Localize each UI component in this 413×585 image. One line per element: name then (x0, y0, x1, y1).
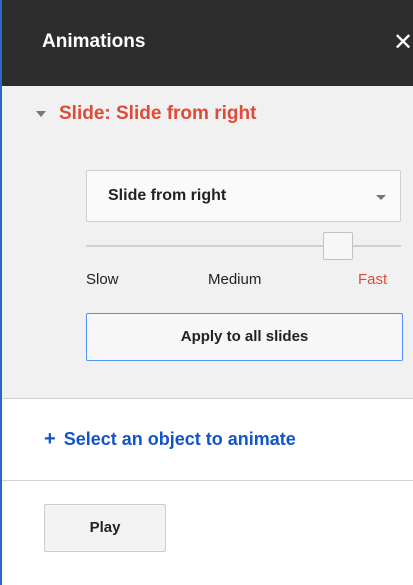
dropdown-arrow-icon (376, 195, 386, 200)
select-object-link[interactable]: + Select an object to animate (44, 428, 296, 451)
plus-icon: + (44, 428, 56, 450)
animations-panel: Animations ✕ Slide: Slide from right Sli… (0, 0, 413, 585)
section-toggle[interactable]: Slide: Slide from right (36, 100, 256, 128)
panel-header: Animations ✕ (2, 0, 413, 86)
effect-dropdown-value: Slide from right (108, 187, 227, 204)
speed-slider-thumb[interactable] (323, 232, 353, 260)
section-title: Slide: Slide from right (59, 103, 257, 124)
close-icon[interactable]: ✕ (393, 26, 413, 60)
speed-label-fast: Fast (358, 271, 388, 288)
speed-slider-track[interactable] (86, 245, 401, 247)
apply-to-all-slides-button[interactable]: Apply to all slides (86, 313, 403, 361)
select-object-label: Select an object to animate (63, 429, 296, 449)
speed-label-medium: Medium (208, 271, 262, 288)
panel-title: Animations (42, 31, 146, 52)
slide-animation-section: Slide: Slide from right Slide from right… (2, 86, 413, 399)
divider (2, 480, 413, 481)
effect-dropdown[interactable]: Slide from right (86, 170, 401, 222)
play-button[interactable]: Play (44, 504, 166, 552)
triangle-down-icon (36, 111, 46, 117)
speed-label-slow: Slow (86, 271, 119, 288)
